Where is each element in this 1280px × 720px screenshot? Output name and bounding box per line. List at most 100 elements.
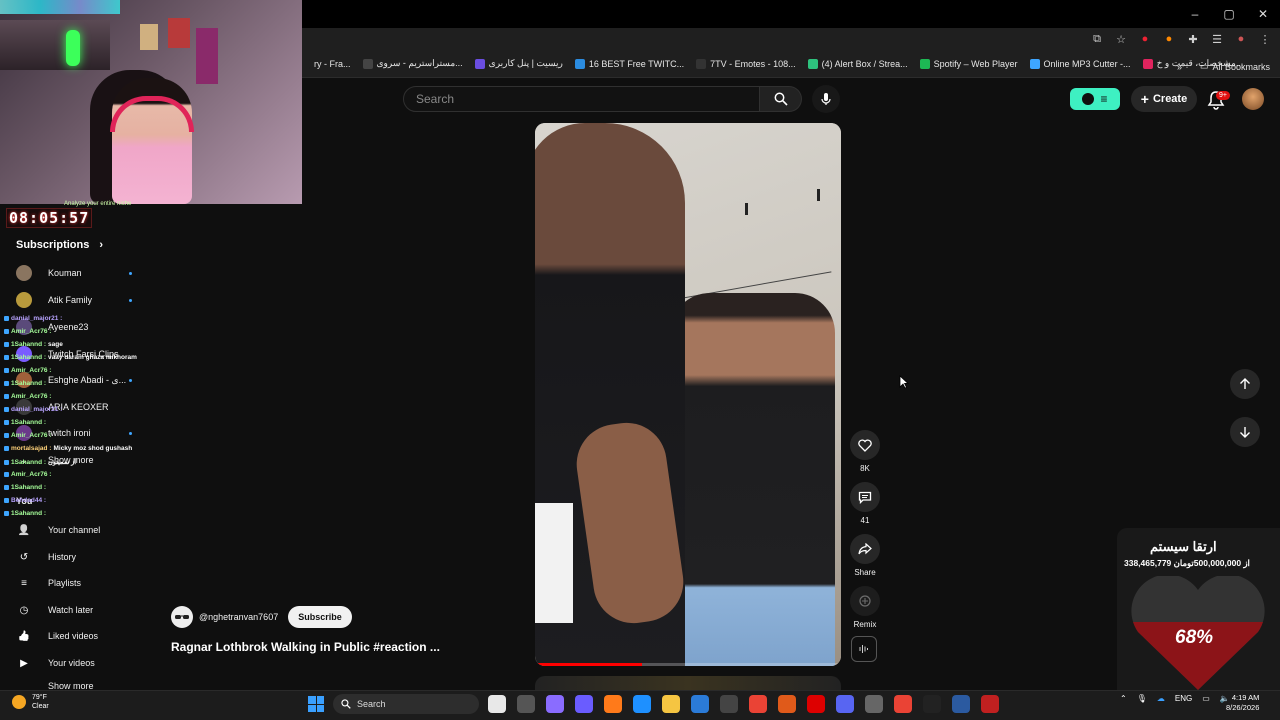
taskbar-app-icon[interactable] — [720, 695, 738, 713]
chat-username: Amir_Acr76 : — [11, 367, 52, 374]
install-app-icon[interactable]: ⧉ — [1090, 32, 1104, 46]
subscriptions-heading[interactable]: Subscriptions › — [16, 239, 103, 251]
chat-badge-icon — [4, 420, 9, 425]
tray-chevron-icon[interactable]: ⌃ — [1120, 694, 1127, 703]
taskbar-app-icon[interactable] — [633, 695, 651, 713]
search-button[interactable] — [760, 86, 802, 112]
comment-action[interactable]: 41 — [849, 482, 881, 525]
comment-button[interactable] — [850, 482, 880, 512]
subscription-item[interactable]: Atik Family — [16, 292, 136, 308]
taskbar-app-icon[interactable] — [604, 695, 622, 713]
chat-username: danial_major21 : — [11, 315, 63, 322]
bookmark-item[interactable]: (4) Alert Box / Strea... — [807, 58, 908, 69]
taskbar-app-icon[interactable] — [488, 695, 506, 713]
chat-message: 1Sahannd : sage — [4, 341, 63, 348]
account-avatar[interactable] — [1242, 88, 1264, 110]
chat-username: Amir_Acr76 : — [11, 328, 52, 335]
taskbar-app-icon[interactable] — [865, 695, 883, 713]
remix-label: Remix — [853, 620, 877, 629]
taskbar-app-icon[interactable] — [575, 695, 593, 713]
taskbar-app-icon[interactable] — [952, 695, 970, 713]
bookmarks-more-chevron[interactable]: » — [1177, 62, 1182, 72]
extension-red-icon[interactable]: ● — [1138, 32, 1152, 46]
sound-button[interactable] — [851, 636, 877, 662]
you-item[interactable]: ◷ Watch later — [16, 602, 136, 618]
chat-message: 1Sahannd : — [4, 510, 48, 517]
short-video-player[interactable] — [535, 123, 841, 666]
like-button[interactable] — [850, 430, 880, 460]
taskbar-search[interactable]: Search — [333, 694, 479, 714]
subscription-label: Kouman — [48, 268, 82, 278]
video-progress-bar[interactable] — [535, 663, 841, 666]
overlay-caption: Analyze your entire niche — [64, 201, 132, 207]
you-item[interactable]: 👍 Liked videos — [16, 628, 136, 644]
bookmark-star-icon[interactable]: ☆ — [1114, 32, 1128, 46]
taskbar-app-icon[interactable] — [894, 695, 912, 713]
next-short-preview[interactable] — [535, 676, 841, 690]
create-button[interactable]: + Create — [1131, 86, 1197, 112]
you-item[interactable]: 👤 Your channel — [16, 522, 136, 538]
you-item[interactable]: ▶ Your videos — [16, 655, 136, 671]
tab-search-icon[interactable]: ☰ — [1210, 32, 1224, 46]
you-item-label: Your channel — [48, 525, 101, 535]
channel-avatar[interactable] — [171, 606, 193, 628]
bookmark-item[interactable]: ریسیت | پنل کاربری — [474, 58, 563, 69]
browser-menu-icon[interactable]: ⋮ — [1258, 32, 1272, 46]
bookmark-label: Spotify – Web Player — [933, 58, 1018, 69]
you-item[interactable]: ↺ History — [16, 549, 136, 565]
chat-badge-icon — [4, 329, 9, 334]
like-action[interactable]: 8K — [849, 430, 881, 473]
windows-start-icon[interactable] — [308, 696, 324, 712]
microphone-tray-icon[interactable]: 🎙 — [1137, 694, 1147, 703]
search-input[interactable]: Search — [403, 86, 760, 112]
remix-button[interactable] — [850, 586, 880, 616]
taskbar-app-icon[interactable] — [662, 695, 680, 713]
tray-onedrive-icon[interactable]: ☁ — [1157, 694, 1165, 703]
taskbar-app-icon[interactable] — [923, 695, 941, 713]
bookmark-favicon-icon — [474, 58, 485, 69]
extensions-puzzle-icon[interactable]: ✚ — [1186, 32, 1200, 46]
bookmark-item[interactable]: ry - Fra... — [300, 58, 351, 69]
bookmark-item[interactable]: Online MP3 Cutter -... — [1029, 58, 1131, 69]
extension-orange-icon[interactable]: ● — [1162, 32, 1176, 46]
channel-name[interactable]: @nghetranvan7607 — [199, 612, 278, 622]
input-language[interactable]: ENG — [1175, 694, 1192, 703]
comment-count: 41 — [860, 516, 870, 525]
taskbar-app-icon[interactable] — [691, 695, 709, 713]
remix-action[interactable]: Remix — [849, 586, 881, 629]
taskbar-app-icon[interactable] — [807, 695, 825, 713]
profile-icon[interactable]: ● — [1234, 32, 1248, 46]
taskbar-clock[interactable]: 4:19 AM 8/26/2026 — [1226, 693, 1259, 713]
previous-short-button[interactable] — [1230, 369, 1260, 399]
taskbar-app-icon[interactable] — [836, 695, 854, 713]
bookmark-item[interactable]: مستراستریم - سروی... — [362, 58, 463, 69]
taskbar-app-icon[interactable] — [749, 695, 767, 713]
mouse-cursor-icon — [899, 375, 909, 389]
you-item[interactable]: ≡ Playlists — [16, 575, 136, 591]
network-icon[interactable]: ▭ — [1202, 694, 1210, 703]
weather-widget[interactable]: 79°F Clear — [12, 693, 49, 711]
short-title[interactable]: Ragnar Lothbrok Walking in Public #react… — [171, 640, 440, 654]
share-action[interactable]: Share — [849, 534, 881, 577]
voice-search-button[interactable] — [812, 85, 840, 113]
taskbar-app-icon[interactable] — [546, 695, 564, 713]
maximize-button[interactable]: ▢ — [1212, 0, 1246, 28]
heart-icon — [858, 438, 872, 452]
bookmark-label: مستراستریم - سروی... — [376, 58, 463, 68]
share-button[interactable] — [850, 534, 880, 564]
bookmark-item[interactable]: 7TV - Emotes - 108... — [696, 58, 796, 69]
next-short-button[interactable] — [1230, 417, 1260, 447]
subscribe-button[interactable]: Subscribe — [288, 606, 352, 628]
extension-toggle-button[interactable]: ≡ — [1070, 88, 1120, 110]
taskbar-app-icon[interactable] — [981, 695, 999, 713]
close-button[interactable]: ✕ — [1246, 0, 1280, 28]
sunglasses-avatar-icon — [175, 615, 189, 619]
bookmark-item[interactable]: 16 BEST Free TWITC... — [574, 58, 684, 69]
all-bookmarks-button[interactable]: » ▭ All Bookmarks — [1177, 61, 1270, 72]
bookmark-item[interactable]: Spotify – Web Player — [919, 58, 1018, 69]
subscription-item[interactable]: Kouman — [16, 265, 136, 281]
taskbar-app-icon[interactable] — [517, 695, 535, 713]
playlists-icon: ≡ — [21, 577, 27, 589]
taskbar-app-icon[interactable] — [778, 695, 796, 713]
minimize-button[interactable]: – — [1178, 0, 1212, 28]
